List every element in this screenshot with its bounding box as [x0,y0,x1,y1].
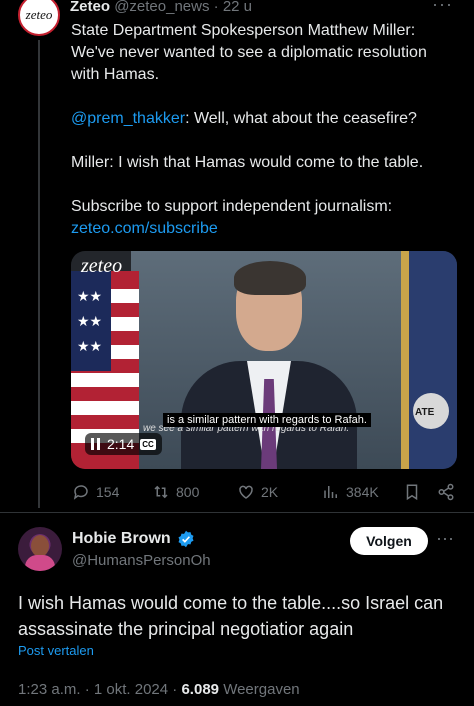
meta-separator-1: · [84,681,90,698]
paragraph-2-text: : Well, what about the ceasefire? [185,110,417,127]
like-action[interactable]: 2K [237,483,278,501]
hobie-avatar[interactable] [18,527,62,571]
repost-action[interactable]: 800 [152,483,199,501]
speaker-hair [234,261,306,295]
video-subtitle: is a similar pattern with regards to Raf… [163,413,371,427]
share-action[interactable] [437,483,455,501]
tweet-paragraph-3: Miller: I wish that Hamas would come to … [71,154,424,171]
video-time: 2:14 [107,436,135,452]
bookmark-action[interactable] [403,483,421,501]
reply-time[interactable]: 1:23 a.m. [18,681,81,698]
views-action[interactable]: 384K [322,483,379,501]
subscribe-link[interactable]: zeteo.com/subscribe [71,220,218,237]
closed-captions-icon[interactable]: CC [140,438,156,450]
translate-post-link[interactable]: Post vertalen [18,643,94,658]
views-count: 384K [346,484,379,500]
tweet-paragraph-1: State Department Spokesperson Matthew Mi… [71,22,427,83]
reply-views-count: 6.089 [181,681,220,698]
video-controls[interactable]: 2:14 CC [85,433,162,455]
reply-action[interactable]: 154 [72,483,119,501]
like-count: 2K [261,484,279,500]
video-player[interactable]: ★★ ★★ ★★ ATE zeteo we see a similar patt… [71,251,457,469]
reply-text: I wish Hamas would come to the table....… [18,593,444,639]
bookmark-icon [406,484,418,501]
reply-views-label: Weergaven [223,681,300,698]
svg-text:★★: ★★ [77,288,102,304]
tweet-header: Zeteo @zeteo_news · 22 u [70,0,252,15]
mention-link[interactable]: @prem_thakker [71,110,185,127]
svg-text:★★: ★★ [77,313,102,329]
reply-author-name[interactable]: Hobie Brown [72,530,171,548]
meta-separator-2: · [172,681,178,698]
reply-date[interactable]: 1 okt. 2024 [94,681,168,698]
reply-count: 154 [96,484,120,500]
reply-author-handle[interactable]: @HumansPersonOh [72,552,211,569]
verified-badge-icon [178,530,194,548]
author-handle[interactable]: @zeteo_news [114,0,209,15]
svg-text:ATE: ATE [415,407,435,418]
thread-line [38,40,40,508]
share-icon [438,483,454,501]
avatar-logo-text: zeteo [25,7,53,22]
pause-icon[interactable] [91,438,101,450]
tweet-divider [0,512,474,513]
follow-button[interactable]: Volgen [350,527,428,555]
header-separator: · [213,0,219,15]
reply-author-row: Hobie Brown [72,530,195,548]
views-chart-icon [324,486,337,498]
tweet-paragraph-4: Subscribe to support independent journal… [71,198,393,215]
zeteo-avatar[interactable]: zeteo [18,0,60,36]
heart-icon [239,485,253,499]
repost-icon [154,485,168,499]
author-name[interactable]: Zeteo [70,0,110,15]
svg-text:★★: ★★ [77,338,102,354]
tweet-paragraph-2: @prem_thakker: Well, what about the ceas… [71,108,451,130]
reply-icon [73,485,88,500]
tweet-time[interactable]: 22 u [223,0,252,15]
repost-count: 800 [176,484,200,500]
state-flag-image: ATE [401,251,457,469]
reply-more-options-icon[interactable]: ··· [436,528,454,549]
reply-meta: 1:23 a.m. · 1 okt. 2024 · 6.089 Weergave… [18,681,300,698]
video-watermark-logo: zeteo [81,255,123,277]
tweet-body: State Department Spokesperson Matthew Mi… [71,20,451,240]
more-options-icon[interactable]: ··· [432,0,453,15]
